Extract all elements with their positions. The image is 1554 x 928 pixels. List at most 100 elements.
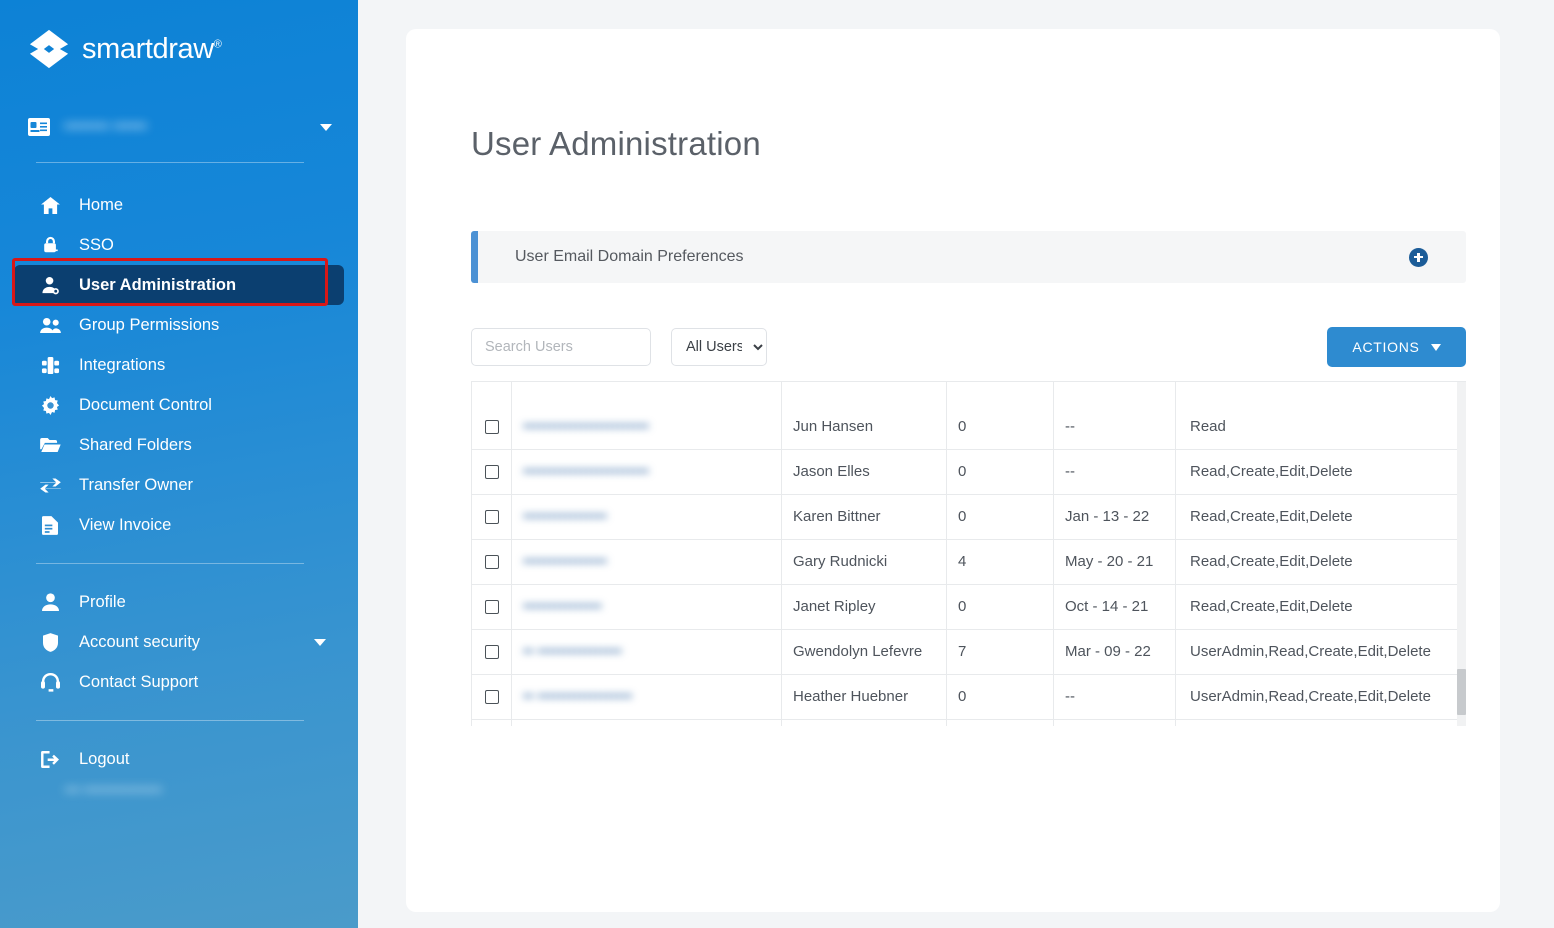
row-checkbox[interactable] xyxy=(485,600,499,614)
actions-button[interactable]: ACTIONS xyxy=(1327,327,1466,367)
user-gear-icon xyxy=(38,276,62,295)
row-permissions-cell: Read xyxy=(1176,404,1459,449)
sidebar-item-account-security[interactable]: Account security xyxy=(14,622,344,662)
user-filter-select[interactable]: All Users xyxy=(671,328,767,366)
sidebar-item-label: Transfer Owner xyxy=(79,476,193,495)
sidebar-item-home[interactable]: Home xyxy=(14,185,344,225)
user-email-link[interactable]: •••••••••••••••••••••••• xyxy=(523,463,649,480)
row-documents-cell: 0 xyxy=(947,674,1054,719)
chevron-down-icon[interactable] xyxy=(314,639,326,646)
table-row[interactable]: ••••••••••••••• Janet Ripley 0 Oct - 14 … xyxy=(472,584,1459,629)
sidebar-item-view-invoice[interactable]: View Invoice xyxy=(14,505,344,545)
table-row[interactable]: •••••••••••••••••••••••• Jason Elles 0 -… xyxy=(472,449,1459,494)
row-lastlogin-cell: Mar - 09 - 22 xyxy=(1054,629,1176,674)
user-email-domain-preferences-panel[interactable]: User Email Domain Preferences xyxy=(471,231,1466,283)
table-row[interactable]: •• •••••••••••••••••• Heather Huebner 0 … xyxy=(472,674,1459,719)
table-row[interactable]: •••••••••••••••••••••••• Jun Hansen 0 --… xyxy=(472,404,1459,449)
table-row[interactable]: •• •••••••••••••••• Gwendolyn Lefevre 7 … xyxy=(472,629,1459,674)
table-scrollbar-thumb[interactable] xyxy=(1457,669,1466,715)
row-checkbox[interactable] xyxy=(485,465,499,479)
table-vertical-scrollbar[interactable] xyxy=(1457,382,1466,726)
plus-circle-icon[interactable] xyxy=(1409,248,1428,267)
row-checkbox[interactable] xyxy=(485,645,499,659)
sign-out-icon xyxy=(38,751,62,768)
row-name-cell: Gene Jourdan xyxy=(782,719,947,726)
account-selector[interactable]: •••••••• •••••• xyxy=(28,112,332,142)
row-lastlogin-cell xyxy=(1054,382,1176,404)
row-select-cell xyxy=(472,382,512,404)
row-checkbox[interactable] xyxy=(485,555,499,569)
gear-icon xyxy=(38,396,62,415)
content-card: User Administration User Email Domain Pr… xyxy=(406,29,1500,912)
chevron-down-icon[interactable] xyxy=(320,124,332,131)
sidebar-item-user-administration[interactable]: User Administration xyxy=(14,265,344,305)
sidebar: smartdraw® •••••••• •••••• xyxy=(0,0,358,928)
row-checkbox[interactable] xyxy=(485,690,499,704)
logout-account-email: ••• •••••••••••••••• xyxy=(65,781,358,797)
sidebar-item-label: Home xyxy=(79,196,123,215)
user-email-link[interactable]: •• •••••••••••••••••• xyxy=(523,688,632,705)
user-email-link[interactable]: •• •••••••••••••••• xyxy=(523,643,622,660)
users-table-scroll-container[interactable]: •••••••••••••••••••••••• Jun Hansen 0 --… xyxy=(471,381,1466,726)
row-name-cell: Gary Rudnicki xyxy=(782,539,947,584)
row-select-cell[interactable] xyxy=(472,629,512,674)
table-row[interactable]: •••••••••••••••• Gary Rudnicki 4 May - 2… xyxy=(472,539,1459,584)
row-select-cell[interactable] xyxy=(472,584,512,629)
row-permissions-cell: Read,Create,Edit,Delete xyxy=(1176,539,1459,584)
row-lastlogin-cell: Oct - 14 - 21 xyxy=(1054,584,1176,629)
user-email-link[interactable]: ••••••••••••••• xyxy=(523,598,602,615)
actions-button-label: ACTIONS xyxy=(1352,339,1419,355)
row-documents-cell: 7 xyxy=(947,629,1054,674)
row-select-cell[interactable] xyxy=(472,539,512,584)
row-email-cell[interactable]: •••••••••••••••••••••••• xyxy=(512,404,782,449)
sidebar-item-profile[interactable]: Profile xyxy=(14,582,344,622)
row-email-cell[interactable]: •••••••••••••••••••••••• xyxy=(512,449,782,494)
row-permissions-cell: Read,Create,Edit,Delete xyxy=(1176,449,1459,494)
sidebar-item-group-permissions[interactable]: Group Permissions xyxy=(14,305,344,345)
file-lines-icon xyxy=(38,516,62,535)
sidebar-item-integrations[interactable]: Integrations xyxy=(14,345,344,385)
brand-logo[interactable]: smartdraw® xyxy=(0,0,358,70)
sidebar-divider-middle xyxy=(36,563,304,564)
sidebar-item-shared-folders[interactable]: Shared Folders xyxy=(14,425,344,465)
row-select-cell[interactable] xyxy=(472,494,512,539)
row-checkbox[interactable] xyxy=(485,420,499,434)
row-lastlogin-cell: -- xyxy=(1054,404,1176,449)
folder-open-icon xyxy=(38,437,62,453)
row-lastlogin-cell: Jan - 13 - 22 xyxy=(1054,494,1176,539)
row-select-cell[interactable] xyxy=(472,674,512,719)
sidebar-item-transfer-owner[interactable]: Transfer Owner xyxy=(14,465,344,505)
table-row[interactable]: •••••••••••••••• Karen Bittner 0 Jan - 1… xyxy=(472,494,1459,539)
user-email-link[interactable]: •••••••••••••••• xyxy=(523,553,607,570)
row-email-cell[interactable]: •••••••••••••••• xyxy=(512,719,782,726)
app-root: smartdraw® •••••••• •••••• xyxy=(0,0,1554,928)
row-email-cell[interactable]: •• •••••••••••••••••• xyxy=(512,674,782,719)
user-email-link[interactable]: •••••••••••••••• xyxy=(523,508,607,525)
table-row[interactable]: •••••••••••••••• Gene Jourdan 0 -- Read,… xyxy=(472,719,1459,726)
row-email-cell xyxy=(512,382,782,404)
row-email-cell[interactable]: •••••••••••••••• xyxy=(512,539,782,584)
row-select-cell[interactable] xyxy=(472,404,512,449)
search-input[interactable] xyxy=(471,328,651,366)
row-select-cell[interactable] xyxy=(472,449,512,494)
row-email-cell[interactable]: ••••••••••••••• xyxy=(512,584,782,629)
row-email-cell[interactable]: •••••••••••••••• xyxy=(512,494,782,539)
row-permissions-cell: UserAdmin,Read,Create,Edit,Delete xyxy=(1176,674,1459,719)
row-documents-cell: 0 xyxy=(947,449,1054,494)
row-select-cell[interactable] xyxy=(472,719,512,726)
sidebar-item-contact-support[interactable]: Contact Support xyxy=(14,662,344,702)
account-name: •••••••• •••••• xyxy=(64,118,306,136)
row-permissions-cell: Read,Create,Edit,Delete xyxy=(1176,584,1459,629)
row-email-cell[interactable]: •• •••••••••••••••• xyxy=(512,629,782,674)
row-checkbox[interactable] xyxy=(485,510,499,524)
home-icon xyxy=(38,197,62,214)
row-lastlogin-cell: -- xyxy=(1054,449,1176,494)
user-email-link[interactable]: •••••••••••••••••••••••• xyxy=(523,418,649,435)
row-documents-cell xyxy=(947,382,1054,404)
sidebar-item-sso[interactable]: SSO xyxy=(14,225,344,265)
sidebar-item-label: Shared Folders xyxy=(79,436,192,455)
sidebar-item-label: View Invoice xyxy=(79,516,171,535)
sidebar-item-logout[interactable]: Logout xyxy=(14,739,344,779)
main-content: User Administration User Email Domain Pr… xyxy=(358,0,1554,928)
sidebar-item-document-control[interactable]: Document Control xyxy=(14,385,344,425)
